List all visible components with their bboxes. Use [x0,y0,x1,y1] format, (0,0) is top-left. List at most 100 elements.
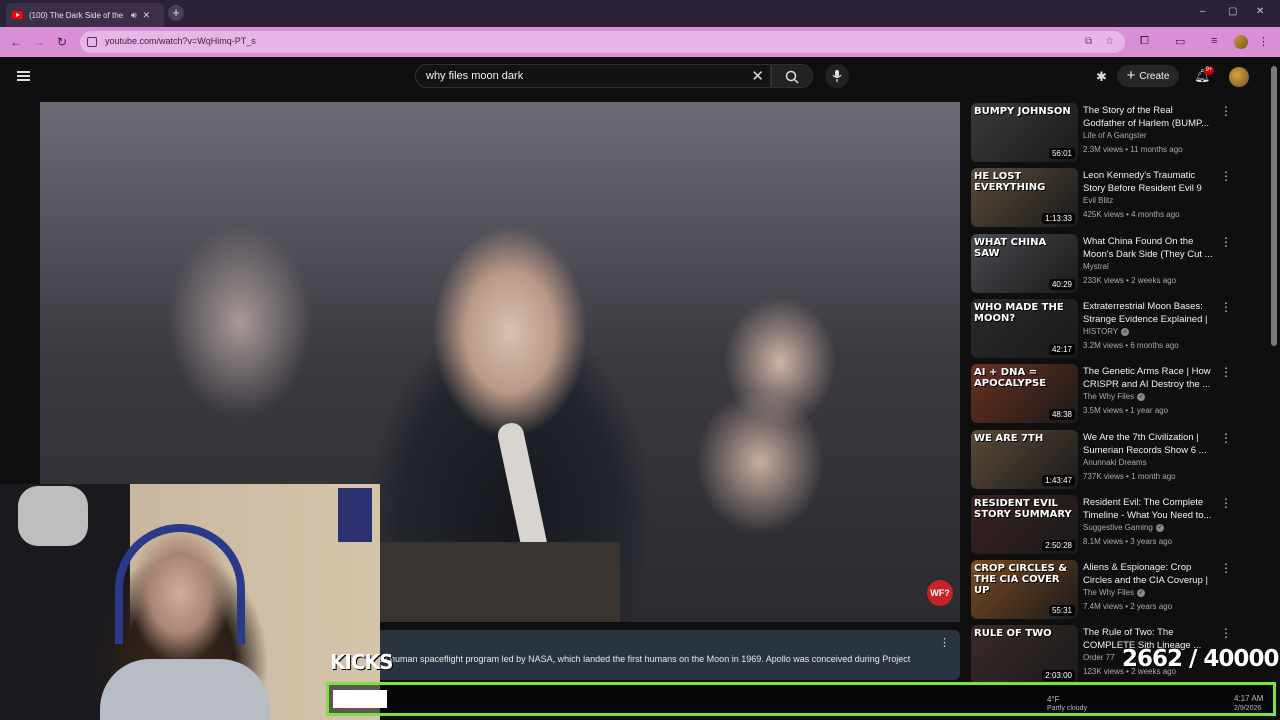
minimize-button[interactable]: – [1200,6,1206,17]
recommendation-item[interactable]: RESIDENT EVIL STORY SUMMARY 2:50:28 Reside… [970,494,1270,554]
voice-search-button[interactable] [825,64,849,88]
more-actions-icon[interactable]: ⋮ [1220,235,1232,249]
recommendation-item[interactable]: BUMPY JOHNSON 56:01 The Story of the Real … [970,102,1270,162]
video-title[interactable]: Leon Kennedy's Traumatic Story Before Re… [1083,169,1213,195]
extension-puzzle-icon[interactable]: ✱ [1096,69,1107,85]
video-title[interactable]: Extraterrestrial Moon Bases: Strange Evi… [1083,300,1213,326]
address-bar[interactable]: youtube.com/watch?v=WqHimq-PT_s ⧉ ☆ [80,31,1125,53]
video-thumbnail[interactable]: AI + DNA = APOCALYPSE 48:38 [971,364,1078,423]
channel-name[interactable]: Evil Blitz [1083,196,1113,205]
back-arrow-icon[interactable]: ← [10,35,22,49]
headset [115,524,245,644]
install-app-icon[interactable]: ⧉ [1085,36,1092,47]
video-meta: 3.2M views • 6 months ago [1083,341,1179,350]
browser-toolbar: ← → ↻ youtube.com/watch?v=WqHimq-PT_s ⧉ … [0,27,1280,57]
video-thumbnail[interactable]: WHO MADE THE MOON? 42:17 [971,299,1078,358]
video-title[interactable]: We Are the 7th Civilization | Sumerian R… [1083,431,1213,457]
recommendation-item[interactable]: CROP CIRCLES & THE CIA COVER UP 55:31 Alie… [970,559,1270,619]
new-tab-button[interactable]: + [168,5,184,21]
video-duration: 1:13:33 [1042,213,1075,224]
channel-name[interactable]: Suggestive Gaming [1083,523,1153,532]
channel-name-row[interactable]: Suggestive Gaming ✓ [1083,523,1164,532]
close-window-button[interactable]: ✕ [1256,6,1264,17]
recommendation-item[interactable]: WHO MADE THE MOON? 42:17 Extraterrestrial … [970,298,1270,358]
video-thumbnail[interactable]: WHAT CHINA SAW 40:29 [971,234,1078,293]
video-duration: 56:01 [1048,148,1075,159]
channel-name[interactable]: Mystral [1083,262,1109,271]
tab-close-icon[interactable]: ✕ [143,10,151,21]
search-button[interactable] [771,64,813,88]
verified-check-icon: ✓ [1137,392,1146,401]
create-button[interactable]: + Create [1117,65,1179,87]
channel-name-row[interactable]: The Why Files ✓ [1083,392,1146,401]
video-thumbnail[interactable]: BUMPY JOHNSON 56:01 [971,103,1078,162]
channel-name-row[interactable]: Anunnaki Dreams [1083,458,1147,467]
clear-search-icon[interactable]: ✕ [751,67,764,85]
account-avatar[interactable] [1229,67,1249,87]
channel-name-row[interactable]: Order 77 [1083,653,1115,662]
video-thumbnail[interactable]: RESIDENT EVIL STORY SUMMARY 2:50:28 [971,495,1078,554]
url-text[interactable]: youtube.com/watch?v=WqHimq-PT_s [105,36,256,46]
recommendation-item[interactable]: HE LOST EVERYTHING 1:13:33 Leon Kennedy's … [970,167,1270,227]
more-actions-icon[interactable]: ⋮ [1220,431,1232,445]
extensions-icon[interactable]: ⧠ [1140,35,1149,48]
more-actions-icon[interactable]: ⋮ [1220,365,1232,379]
channel-name-row[interactable]: HISTORY ✓ [1083,327,1130,336]
video-thumbnail[interactable]: WE ARE 7TH 1:43:47 [971,430,1078,489]
search-query[interactable]: why files moon dark [426,70,523,82]
channel-name-row[interactable]: Mystral [1083,262,1109,271]
reload-icon[interactable]: ↻ [57,35,67,49]
video-title[interactable]: Resident Evil: The Complete Timeline - W… [1083,496,1213,522]
reading-list-icon[interactable]: ≡ [1211,35,1217,47]
more-actions-icon[interactable]: ⋮ [1220,300,1232,314]
video-duration: 1:43:47 [1042,475,1075,486]
video-duration: 2:03:00 [1042,670,1075,681]
channel-watermark[interactable]: WF? [927,580,953,606]
recommendation-item[interactable]: WE ARE 7TH 1:43:47 We Are the 7th Civiliza… [970,429,1270,489]
browser-profile-avatar[interactable] [1234,35,1248,49]
more-actions-icon[interactable]: ⋮ [1220,561,1232,575]
more-actions-icon[interactable]: ⋮ [1220,104,1232,118]
maximize-button[interactable]: ▢ [1228,6,1237,17]
site-info-icon[interactable] [87,37,97,47]
page-scrollbar[interactable] [1271,66,1277,346]
recommendation-item[interactable]: AI + DNA = APOCALYPSE 48:38 The Genetic Ar… [970,363,1270,423]
video-thumbnail[interactable]: HE LOST EVERYTHING 1:13:33 [971,168,1078,227]
clock-time[interactable]: 4:17 AM [1234,694,1263,703]
recommendations-sidebar: BUMPY JOHNSON 56:01 The Story of the Real … [970,102,1270,692]
more-actions-icon[interactable]: ⋮ [1220,496,1232,510]
weather-temp[interactable]: 4°F [1047,695,1060,704]
recommendation-item[interactable]: WHAT CHINA SAW 40:29 What China Found On t… [970,233,1270,293]
video-title[interactable]: What China Found On the Moon's Dark Side… [1083,235,1213,261]
screen: (100) The Dark Side of the M 🔊︎ ✕ + – ▢ … [0,0,1280,720]
forward-arrow-icon[interactable]: → [33,35,45,49]
channel-name[interactable]: Anunnaki Dreams [1083,458,1147,467]
menu-hamburger-icon[interactable] [17,71,30,81]
video-title[interactable]: The Story of the Real Godfather of Harle… [1083,104,1213,130]
video-description[interactable]: ⋮ es human spaceflight program led by NA… [330,630,960,680]
channel-name-row[interactable]: The Why Files ✓ [1083,588,1146,597]
video-title[interactable]: The Genetic Arms Race | How CRISPR and A… [1083,365,1213,391]
channel-name-row[interactable]: Life of A Gangster [1083,131,1147,140]
search-input[interactable]: why files moon dark ✕ [415,64,771,88]
video-title[interactable]: Aliens & Espionage: Crop Circles and the… [1083,561,1213,587]
video-thumbnail[interactable]: RULE OF TWO 2:03:00 [971,625,1078,684]
chrome-menu-icon[interactable]: ⋮ [1258,35,1269,48]
channel-name[interactable]: The Why Files [1083,392,1134,401]
weather-desc[interactable]: Partly cloudy [1047,705,1087,712]
cast-icon[interactable]: ▭ [1175,35,1185,48]
more-options-icon[interactable]: ⋮ [939,636,950,649]
clock-date[interactable]: 2/9/2026 [1234,705,1261,712]
browser-tab[interactable]: (100) The Dark Side of the M 🔊︎ ✕ [6,3,164,27]
more-actions-icon[interactable]: ⋮ [1220,169,1232,183]
channel-name[interactable]: Life of A Gangster [1083,131,1147,140]
more-actions-icon[interactable]: ⋮ [1220,626,1232,640]
channel-name[interactable]: The Why Files [1083,588,1134,597]
speaker-icon[interactable]: 🔊︎ [131,10,137,21]
webcam-overlay [0,484,380,720]
channel-name-row[interactable]: Evil Blitz [1083,196,1113,205]
bookmark-star-icon[interactable]: ☆ [1105,36,1114,47]
video-thumbnail[interactable]: CROP CIRCLES & THE CIA COVER UP 55:31 [971,560,1078,619]
channel-name[interactable]: HISTORY [1083,327,1118,336]
channel-name[interactable]: Order 77 [1083,653,1115,662]
